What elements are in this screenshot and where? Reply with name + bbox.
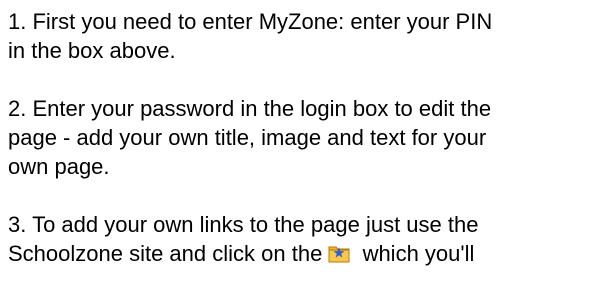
step-1: 1. First you need to enter MyZone: enter… (8, 7, 588, 65)
step-1-line-2: in the box above. (8, 38, 176, 63)
step-1-line-1: 1. First you need to enter MyZone: enter… (8, 9, 493, 34)
step-3-line-1: 3. To add your own links to the page jus… (8, 212, 479, 237)
step-2: 2. Enter your password in the login box … (8, 94, 588, 181)
page: { "instructions": { "step1": { "line1": … (0, 0, 593, 301)
step-3-line-2: Schoolzone site and click on the which y… (8, 239, 588, 268)
step-3-line-2-after-icon: which you'll (362, 241, 475, 266)
step-2-line-3: own page. (8, 154, 110, 179)
step-3-line-2-before-icon: Schoolzone site and click on the (8, 241, 323, 266)
step-3: 3. To add your own links to the page jus… (8, 210, 588, 268)
step-2-line-2: page - add your own title, image and tex… (8, 125, 487, 150)
folder-icon[interactable] (328, 242, 350, 264)
step-2-line-1: 2. Enter your password in the login box … (8, 96, 492, 121)
instructions-content: 1. First you need to enter MyZone: enter… (8, 7, 588, 297)
